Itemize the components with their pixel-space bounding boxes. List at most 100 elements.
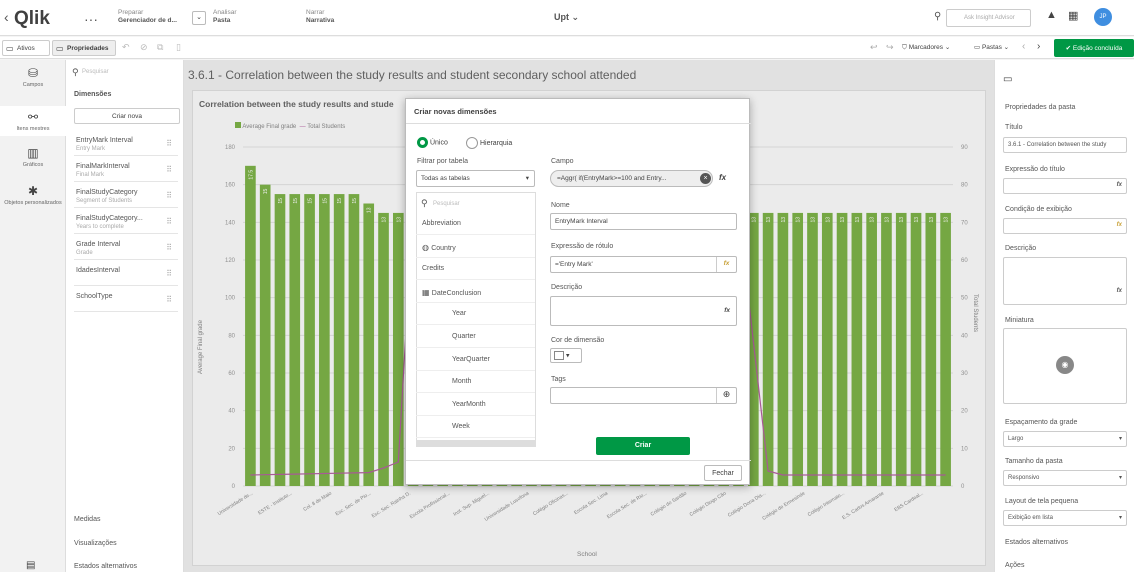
undo-icon[interactable]: ↶ (122, 42, 130, 53)
back-chevron-icon[interactable]: ‹ (4, 9, 9, 25)
title-input[interactable]: 3.6.1 - Correlation between the study (1003, 137, 1127, 153)
close-button[interactable]: Fechar (704, 465, 742, 481)
clear-field-icon[interactable]: × (700, 173, 711, 184)
avatar[interactable]: JP (1094, 8, 1112, 26)
dimension-item[interactable]: Grade Interval Grade ⠿ (74, 238, 178, 260)
drag-handle-icon[interactable]: ⠿ (166, 140, 172, 148)
label-expr-input[interactable]: ='Entry Mark' fx (550, 256, 737, 273)
tags-label: Tags (551, 376, 566, 383)
dimension-item[interactable]: SchoolType ⠿ (74, 290, 178, 312)
grid-menu-icon[interactable]: ▦ (1068, 9, 1078, 22)
field-list-label: Month (452, 378, 472, 386)
tags-input[interactable]: ⊕ (550, 387, 737, 404)
table-filter-select[interactable]: Todas as tabelas ▾ (416, 170, 535, 187)
rail-master-items[interactable]: ⚯ Itens mestres (0, 106, 66, 136)
panel-search[interactable]: ⚲ Pesquisar (70, 66, 180, 80)
nav-narrate-label: Narrar (306, 9, 325, 16)
qlik-logo[interactable]: Qlik (14, 8, 50, 30)
field-list-item[interactable]: YearMonth (416, 394, 535, 416)
fx-icon[interactable]: fx (1117, 182, 1122, 188)
duplicate-icon[interactable]: ⧉ (157, 42, 163, 53)
dimension-item[interactable]: FinalStudyCategory Segment of Students ⠿ (74, 186, 178, 208)
alt-states-section[interactable]: Estados alternativos (74, 563, 137, 570)
field-list-item[interactable]: YearQuarter (416, 349, 535, 371)
rail-bottom-icon[interactable]: ▤ (26, 560, 35, 571)
more-menu-icon[interactable]: ··· (84, 11, 98, 27)
color-picker-button[interactable]: ▾ (550, 348, 582, 363)
prepare-dropdown-icon[interactable]: ⌄ (192, 11, 206, 25)
radio-hierarchy[interactable]: Hierarquia (466, 137, 512, 149)
drag-handle-icon[interactable]: ⠿ (166, 166, 172, 174)
field-list-item[interactable]: Credits (416, 258, 535, 281)
field-list-item[interactable]: Month (416, 371, 535, 394)
create-button[interactable]: Criar (596, 437, 690, 455)
fx-icon[interactable]: fx (1117, 222, 1122, 228)
back-icon[interactable]: ↩ (870, 42, 878, 53)
radio-single[interactable]: Único (417, 137, 448, 148)
dimension-item[interactable]: EntryMark Interval Entry Mark ⠿ (74, 134, 178, 156)
field-list-item[interactable]: ◍ Country (416, 236, 535, 258)
description-input[interactable]: fx (550, 296, 737, 326)
thumbnail-box[interactable]: ◉ (1003, 328, 1127, 404)
label-fx-icon[interactable]: fx (716, 257, 736, 272)
delete-icon[interactable]: ▯ (176, 42, 181, 53)
bookmarks-button[interactable]: ⛉ Marcadores ⌄ (902, 43, 950, 52)
add-tag-icon[interactable]: ⊕ (716, 388, 736, 403)
prev-sheet-icon[interactable]: ‹ (1022, 41, 1025, 52)
show-condition-input[interactable]: fx (1003, 218, 1127, 234)
next-sheet-icon[interactable]: › (1037, 41, 1040, 52)
done-editing-button[interactable]: ✔ Edição concluída (1054, 39, 1134, 57)
rail-fields[interactable]: ⛁ Campos (0, 66, 66, 88)
field-fx-icon[interactable]: fx (719, 173, 726, 182)
field-list-item[interactable]: ▦ DateConclusion (416, 281, 535, 303)
top-bar: ‹ Qlik ··· Preparar Gerenciador de d... ⌄… (0, 0, 1134, 36)
measures-section[interactable]: Medidas (74, 516, 100, 523)
fx-icon[interactable]: fx (1117, 288, 1122, 294)
field-list-item[interactable]: Quarter (416, 326, 535, 348)
alt-states-label[interactable]: Estados alternativos (1005, 539, 1068, 546)
grid-spacing-select[interactable]: Largo ▾ (1003, 431, 1127, 447)
nav-analyze[interactable]: Analisar Pasta (213, 9, 236, 25)
sheets-button[interactable]: ▭ Pastas ⌄ (974, 43, 1009, 51)
bell-icon[interactable]: ▲ (1046, 9, 1057, 21)
insight-advisor-search[interactable]: Ask Insight Advisor (946, 9, 1031, 27)
link-icon[interactable]: ⊘ (140, 42, 148, 53)
dimension-item[interactable]: FinalStudyCategory... Years to complete ⠿ (74, 212, 178, 234)
title-expr-input[interactable]: fx (1003, 178, 1127, 194)
nav-prepare-value: Gerenciador de d... (118, 17, 177, 24)
dimension-item[interactable]: FinalMarkInterval Final Mark ⠿ (74, 160, 178, 182)
description-input[interactable]: fx (1003, 257, 1127, 305)
dimensions-header[interactable]: Dimensões (74, 91, 111, 98)
visualizations-section[interactable]: Visualizações (74, 540, 117, 547)
nav-prepare[interactable]: Preparar Gerenciador de d... (118, 9, 177, 25)
name-input[interactable]: EntryMark Interval (550, 213, 737, 230)
field-search[interactable]: ⚲ Pesquisar (421, 198, 531, 212)
app-title[interactable]: Upt ⌄ (554, 12, 579, 23)
create-new-button[interactable]: Criar nova (74, 108, 180, 124)
drag-handle-icon[interactable]: ⠿ (166, 296, 172, 304)
drag-handle-icon[interactable]: ⠿ (166, 218, 172, 226)
nav-narrate[interactable]: Narrar Narrativa (306, 9, 334, 25)
field-list-label: Country (431, 244, 456, 252)
field-expression-value: =Aggr( if(EntryMark>=100 and Entry... (557, 175, 667, 182)
drag-handle-icon[interactable]: ⠿ (166, 270, 172, 278)
drag-handle-icon[interactable]: ⠿ (166, 192, 172, 200)
description-fx-icon[interactable]: fx (724, 307, 730, 314)
list-scrollbar[interactable] (417, 440, 535, 446)
rail-custom-objects[interactable]: ✱ Objetos personalizados (0, 184, 66, 206)
dimension-item[interactable]: IdadesInterval ⠿ (74, 264, 178, 286)
forward-icon[interactable]: ↪ (886, 42, 894, 53)
properties-button[interactable]: ▭ Propriedades (52, 40, 116, 56)
actions-label[interactable]: Ações (1005, 562, 1024, 569)
field-list-item[interactable]: Year (416, 303, 535, 326)
small-layout-select[interactable]: Exibição em lista ▾ (1003, 510, 1127, 526)
assets-button[interactable]: ▭ Ativos (2, 40, 50, 56)
dimension-name: FinalStudyCategory (76, 189, 138, 196)
field-list-label: Abbreviation (422, 220, 461, 227)
field-list-item[interactable]: Abbreviation (416, 213, 535, 235)
field-expression[interactable]: =Aggr( if(EntryMark>=100 and Entry... (550, 170, 713, 187)
sheet-size-select[interactable]: Responsivo ▾ (1003, 470, 1127, 486)
drag-handle-icon[interactable]: ⠿ (166, 244, 172, 252)
rail-charts[interactable]: ▥ Gráficos (0, 146, 66, 168)
field-list-item[interactable]: Week (416, 416, 535, 439)
